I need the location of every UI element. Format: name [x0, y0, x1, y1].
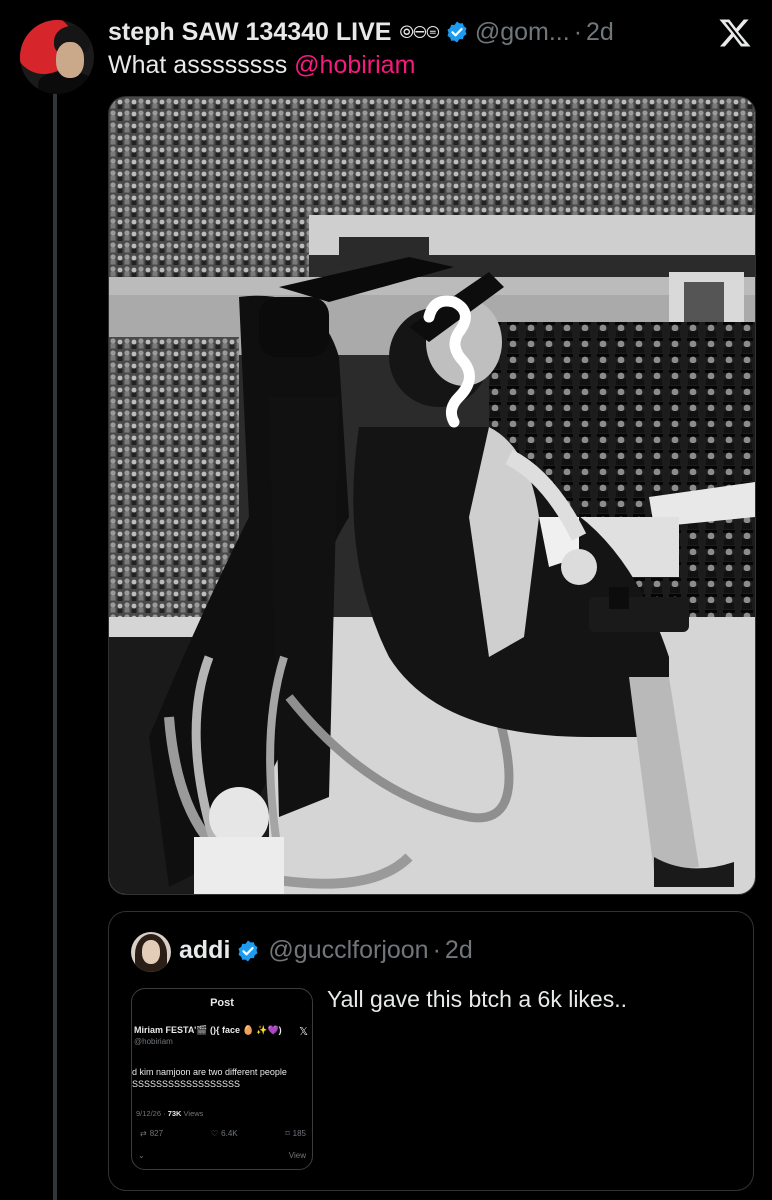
tweet-photo[interactable] [108, 96, 756, 895]
quoted-timestamp[interactable]: 2d [445, 936, 473, 965]
embedded-post-views-label: Views [181, 1109, 204, 1118]
tweet-header: steph SAW 134340 LIVE ⦾⊖⊜ @gom... · 2d [108, 14, 702, 50]
time-separator: · [432, 936, 441, 964]
embedded-post-text-line: d kim namjoon are two different people [132, 1067, 287, 1077]
tweet-text-body: What assssssss [108, 51, 295, 79]
author-display-name[interactable]: steph SAW 134340 LIVE [108, 18, 391, 47]
quoted-author-name[interactable]: addi [179, 936, 230, 965]
heart-icon: ♡ [210, 1129, 219, 1138]
thread-connector-line [53, 92, 57, 1200]
embedded-post-actions: ⇄ 827 ♡ 6.4K ⌑ 185 [140, 1129, 306, 1138]
embedded-post-meta: 9/12/26 · 73K Views [136, 1109, 203, 1118]
x-logo-icon[interactable] [718, 16, 752, 50]
bookmark-count: ⌑ 185 [285, 1129, 306, 1138]
chevron-down-icon: ⌄ [138, 1151, 145, 1160]
like-count: ♡ 6.4K [210, 1129, 238, 1138]
embedded-post-views-count: 73K [167, 1109, 182, 1118]
quoted-tweet-header: addi @gucclforjoon · 2d [179, 936, 473, 965]
embedded-post-author: Miriam FESTA’🎬 (){ face 🥚 ✨💜) [134, 1025, 282, 1035]
embedded-post-handle: @hobiriam [134, 1037, 173, 1046]
embedded-post-text-line: SSSSSSSSSSSSSSSSSS [132, 1079, 241, 1089]
embedded-post-title: Post [210, 997, 234, 1009]
quoted-tweet-card[interactable]: addi @gucclforjoon · 2d Yall gave this b… [108, 911, 754, 1191]
verified-badge-icon [445, 20, 469, 44]
retweet-count: ⇄ 827 [140, 1129, 164, 1138]
time-separator: · [573, 17, 583, 46]
tweet-text: What assssssss @hobiriam [108, 51, 415, 80]
embedded-post-footer: ⌄ View [138, 1151, 306, 1160]
mention-link[interactable]: @hobiriam [294, 51, 415, 79]
quoted-author-avatar[interactable] [131, 932, 171, 972]
quoted-tweet-text: Yall gave this btch a 6k likes.. [327, 986, 627, 1012]
embedded-post-date: 9/12/26 · [136, 1109, 168, 1118]
verified-badge-icon [236, 939, 260, 963]
embedded-post-view-link: View [288, 1151, 306, 1160]
tweet-timestamp[interactable]: 2d [586, 18, 614, 47]
author-handle[interactable]: @gom... [475, 18, 570, 47]
embedded-post-screenshot[interactable]: Post Miriam FESTA’🎬 (){ face 🥚 ✨💜) 𝕏 @ho… [131, 988, 313, 1170]
retweet-icon: ⇄ [140, 1129, 147, 1138]
quoted-author-handle[interactable]: @gucclforjoon [268, 936, 428, 965]
author-avatar[interactable] [20, 20, 94, 94]
name-emoji: ⦾⊖⊜ [399, 21, 439, 42]
bookmark-icon: ⌑ [285, 1129, 290, 1138]
x-logo-icon: 𝕏 [299, 1026, 308, 1038]
